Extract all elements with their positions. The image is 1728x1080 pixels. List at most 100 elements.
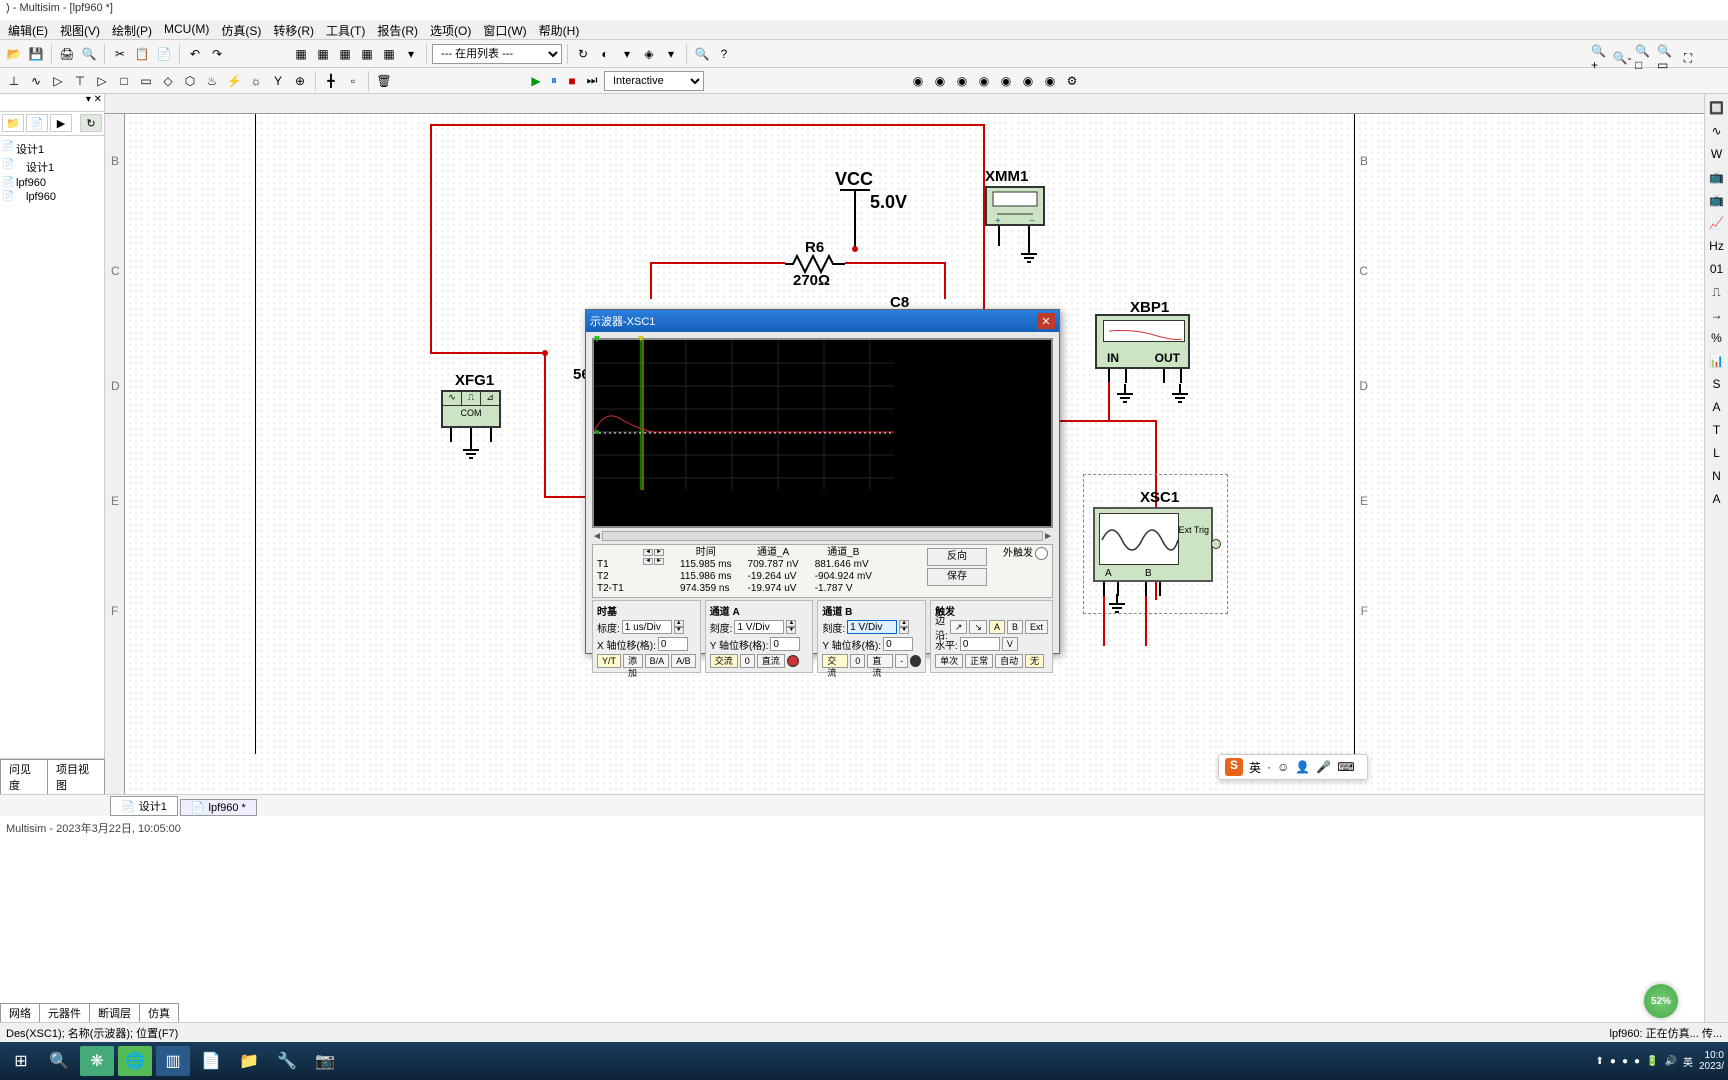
cursor-right-icon[interactable]: ► bbox=[654, 558, 664, 565]
sim-step-icon[interactable]: ⏭ bbox=[582, 71, 602, 91]
tray-icon[interactable]: ● bbox=[1622, 1056, 1628, 1067]
dc-button[interactable]: 直流 bbox=[867, 654, 893, 668]
copy-icon[interactable]: 📋 bbox=[132, 44, 152, 64]
ab-button[interactable]: A/B bbox=[671, 654, 696, 668]
inst-funcgen-icon[interactable]: ∿ bbox=[1707, 121, 1727, 141]
probe7-icon[interactable]: ◉ bbox=[1040, 71, 1060, 91]
comp-basic-icon[interactable]: ⊥ bbox=[4, 71, 24, 91]
spin-down-icon[interactable]: ▼ bbox=[899, 627, 909, 634]
sogou-icon[interactable]: S bbox=[1225, 758, 1243, 776]
fullscreen-icon[interactable]: ⛶ bbox=[1678, 48, 1698, 68]
scope-screen[interactable]: ▼ ▼ bbox=[592, 338, 1053, 528]
ime-voice-icon[interactable]: 👤 bbox=[1295, 760, 1310, 774]
spin-up-icon[interactable]: ▲ bbox=[786, 620, 796, 627]
inst-elvis-icon[interactable]: N bbox=[1707, 466, 1727, 486]
probe1-icon[interactable]: ◉ bbox=[908, 71, 928, 91]
grid4-icon[interactable]: ▦ bbox=[357, 44, 377, 64]
search-icon[interactable]: 🔍 bbox=[42, 1046, 76, 1076]
sim-stop-icon[interactable]: ■ bbox=[564, 73, 580, 89]
zoom-out-icon[interactable]: 🔍- bbox=[1612, 48, 1632, 68]
ext-trig-radio[interactable] bbox=[1035, 547, 1048, 560]
inst-tek-icon[interactable]: T bbox=[1707, 420, 1727, 440]
none-button[interactable]: 无 bbox=[1025, 654, 1044, 668]
cursor-left-icon[interactable]: ◄ bbox=[643, 549, 653, 556]
timebase-scale-input[interactable] bbox=[622, 620, 672, 634]
zero-button[interactable]: 0 bbox=[740, 654, 755, 668]
oscilloscope-dialog[interactable]: 示波器-XSC1 ✕ ▼ ▼ bbox=[585, 309, 1060, 654]
edge-b-button[interactable]: B bbox=[1007, 620, 1023, 634]
grid5-icon[interactable]: ▦ bbox=[379, 44, 399, 64]
clock-time[interactable]: 10:0 bbox=[1699, 1050, 1724, 1061]
ime-keyboard-icon[interactable]: ⌨ bbox=[1337, 760, 1354, 774]
trig-level-input[interactable] bbox=[960, 637, 1000, 651]
inst-word-icon[interactable]: 01 bbox=[1707, 259, 1727, 279]
file-tab[interactable]: 📄lpf960 * bbox=[180, 799, 257, 816]
ac-button[interactable]: 交流 bbox=[710, 654, 738, 668]
redo-icon[interactable]: ↷ bbox=[207, 44, 227, 64]
ime-punct[interactable]: · bbox=[1267, 760, 1271, 774]
rotate-icon[interactable]: ↻ bbox=[573, 44, 593, 64]
edge-a-button[interactable]: A bbox=[989, 620, 1005, 634]
inst-multimeter-icon[interactable]: 🔲 bbox=[1707, 98, 1727, 118]
sim-play-icon[interactable]: ▶ bbox=[528, 73, 544, 89]
tab-hierarchy-icon[interactable]: 📁 bbox=[2, 114, 24, 132]
grid6-icon[interactable]: ▾ bbox=[401, 44, 421, 64]
inst-freq-icon[interactable]: Hz bbox=[1707, 236, 1727, 256]
single-button[interactable]: 单次 bbox=[935, 654, 963, 668]
tray-icon[interactable]: ● bbox=[1634, 1056, 1640, 1067]
comp-ttl-icon[interactable]: □ bbox=[114, 71, 134, 91]
inst-conv-icon[interactable]: → bbox=[1707, 305, 1727, 325]
bottom-tab[interactable]: 网络 bbox=[0, 1003, 40, 1022]
browser-icon[interactable]: 🌐 bbox=[118, 1046, 152, 1076]
scope-titlebar[interactable]: 示波器-XSC1 ✕ bbox=[586, 310, 1059, 332]
sidebar-bottom-tab[interactable]: 项目视图 bbox=[47, 759, 105, 794]
inst-spec-icon[interactable]: 📊 bbox=[1707, 351, 1727, 371]
zoom-in-icon[interactable]: 🔍+ bbox=[1590, 48, 1610, 68]
tool2-icon[interactable]: ◐ bbox=[595, 44, 615, 64]
xsc1-instrument[interactable]: Ext Trig A B bbox=[1093, 507, 1213, 582]
help-icon[interactable]: ? bbox=[714, 44, 734, 64]
tool-icon[interactable]: 🔧 bbox=[270, 1046, 304, 1076]
inst-scope-icon[interactable]: 📺 bbox=[1707, 167, 1727, 187]
inst-agil-icon[interactable]: A bbox=[1707, 397, 1727, 417]
explorer-icon[interactable]: 📁 bbox=[232, 1046, 266, 1076]
cha-yoff-input[interactable] bbox=[770, 637, 800, 651]
clock-date[interactable]: 2023/ bbox=[1699, 1061, 1724, 1072]
zero-button[interactable]: 0 bbox=[850, 654, 865, 668]
ime-lang[interactable]: 英 bbox=[1249, 759, 1261, 776]
menu-window[interactable]: 窗口(W) bbox=[483, 22, 526, 37]
comp-trans-icon[interactable]: ⊤ bbox=[70, 71, 90, 91]
cha-color-icon[interactable] bbox=[787, 655, 799, 667]
xbp1-instrument[interactable]: IN OUT bbox=[1095, 314, 1190, 369]
ime-toolbar[interactable]: S 英 · ☺ 👤 🎤 ⌨ bbox=[1218, 754, 1368, 780]
save-button[interactable]: 保存 bbox=[927, 568, 987, 586]
chb-color-icon[interactable] bbox=[910, 655, 921, 667]
close-icon[interactable]: ✕ bbox=[1037, 313, 1055, 329]
grid3-icon[interactable]: ▦ bbox=[335, 44, 355, 64]
tab-sheet-icon[interactable]: 📄 bbox=[26, 114, 48, 132]
active-list-dropdown[interactable]: --- 在用列表 --- bbox=[432, 44, 562, 64]
inst-curr-icon[interactable]: A bbox=[1707, 489, 1727, 509]
menu-view[interactable]: 视图(V) bbox=[60, 22, 100, 37]
notepad-icon[interactable]: 📄 bbox=[194, 1046, 228, 1076]
menu-edit[interactable]: 编辑(E) bbox=[8, 22, 48, 37]
auto-button[interactable]: 自动 bbox=[995, 654, 1023, 668]
inst-dist-icon[interactable]: % bbox=[1707, 328, 1727, 348]
inst-bode-icon[interactable]: 📈 bbox=[1707, 213, 1727, 233]
comp-source-icon[interactable]: ∿ bbox=[26, 71, 46, 91]
edge-ext-button[interactable]: Ext bbox=[1025, 620, 1048, 634]
timebase-xoff-input[interactable] bbox=[658, 637, 688, 651]
tree-item[interactable]: 设计1 bbox=[4, 158, 100, 176]
systray[interactable]: ⬆ ● ● ● 🔋 🔊 英 10:0 2023/ bbox=[1596, 1050, 1724, 1072]
schematic-canvas[interactable]: B C D E F VCC 5.0V R6 270Ω bbox=[125, 114, 1728, 794]
tab-refresh-icon[interactable]: ↻ bbox=[80, 114, 102, 132]
find-icon[interactable]: 🔍 bbox=[692, 44, 712, 64]
cha-scale-input[interactable] bbox=[734, 620, 784, 634]
multisim-icon[interactable]: ▥ bbox=[156, 1046, 190, 1076]
comp-ind-icon[interactable]: ♨ bbox=[202, 71, 222, 91]
tree-item[interactable]: lpf960 bbox=[4, 176, 100, 190]
comp-cmos-icon[interactable]: ▭ bbox=[136, 71, 156, 91]
tab-sim-icon[interactable]: ▶ bbox=[50, 114, 72, 132]
tree-item[interactable]: 设计1 bbox=[4, 140, 100, 158]
print-icon[interactable]: 🖨 bbox=[57, 44, 77, 64]
